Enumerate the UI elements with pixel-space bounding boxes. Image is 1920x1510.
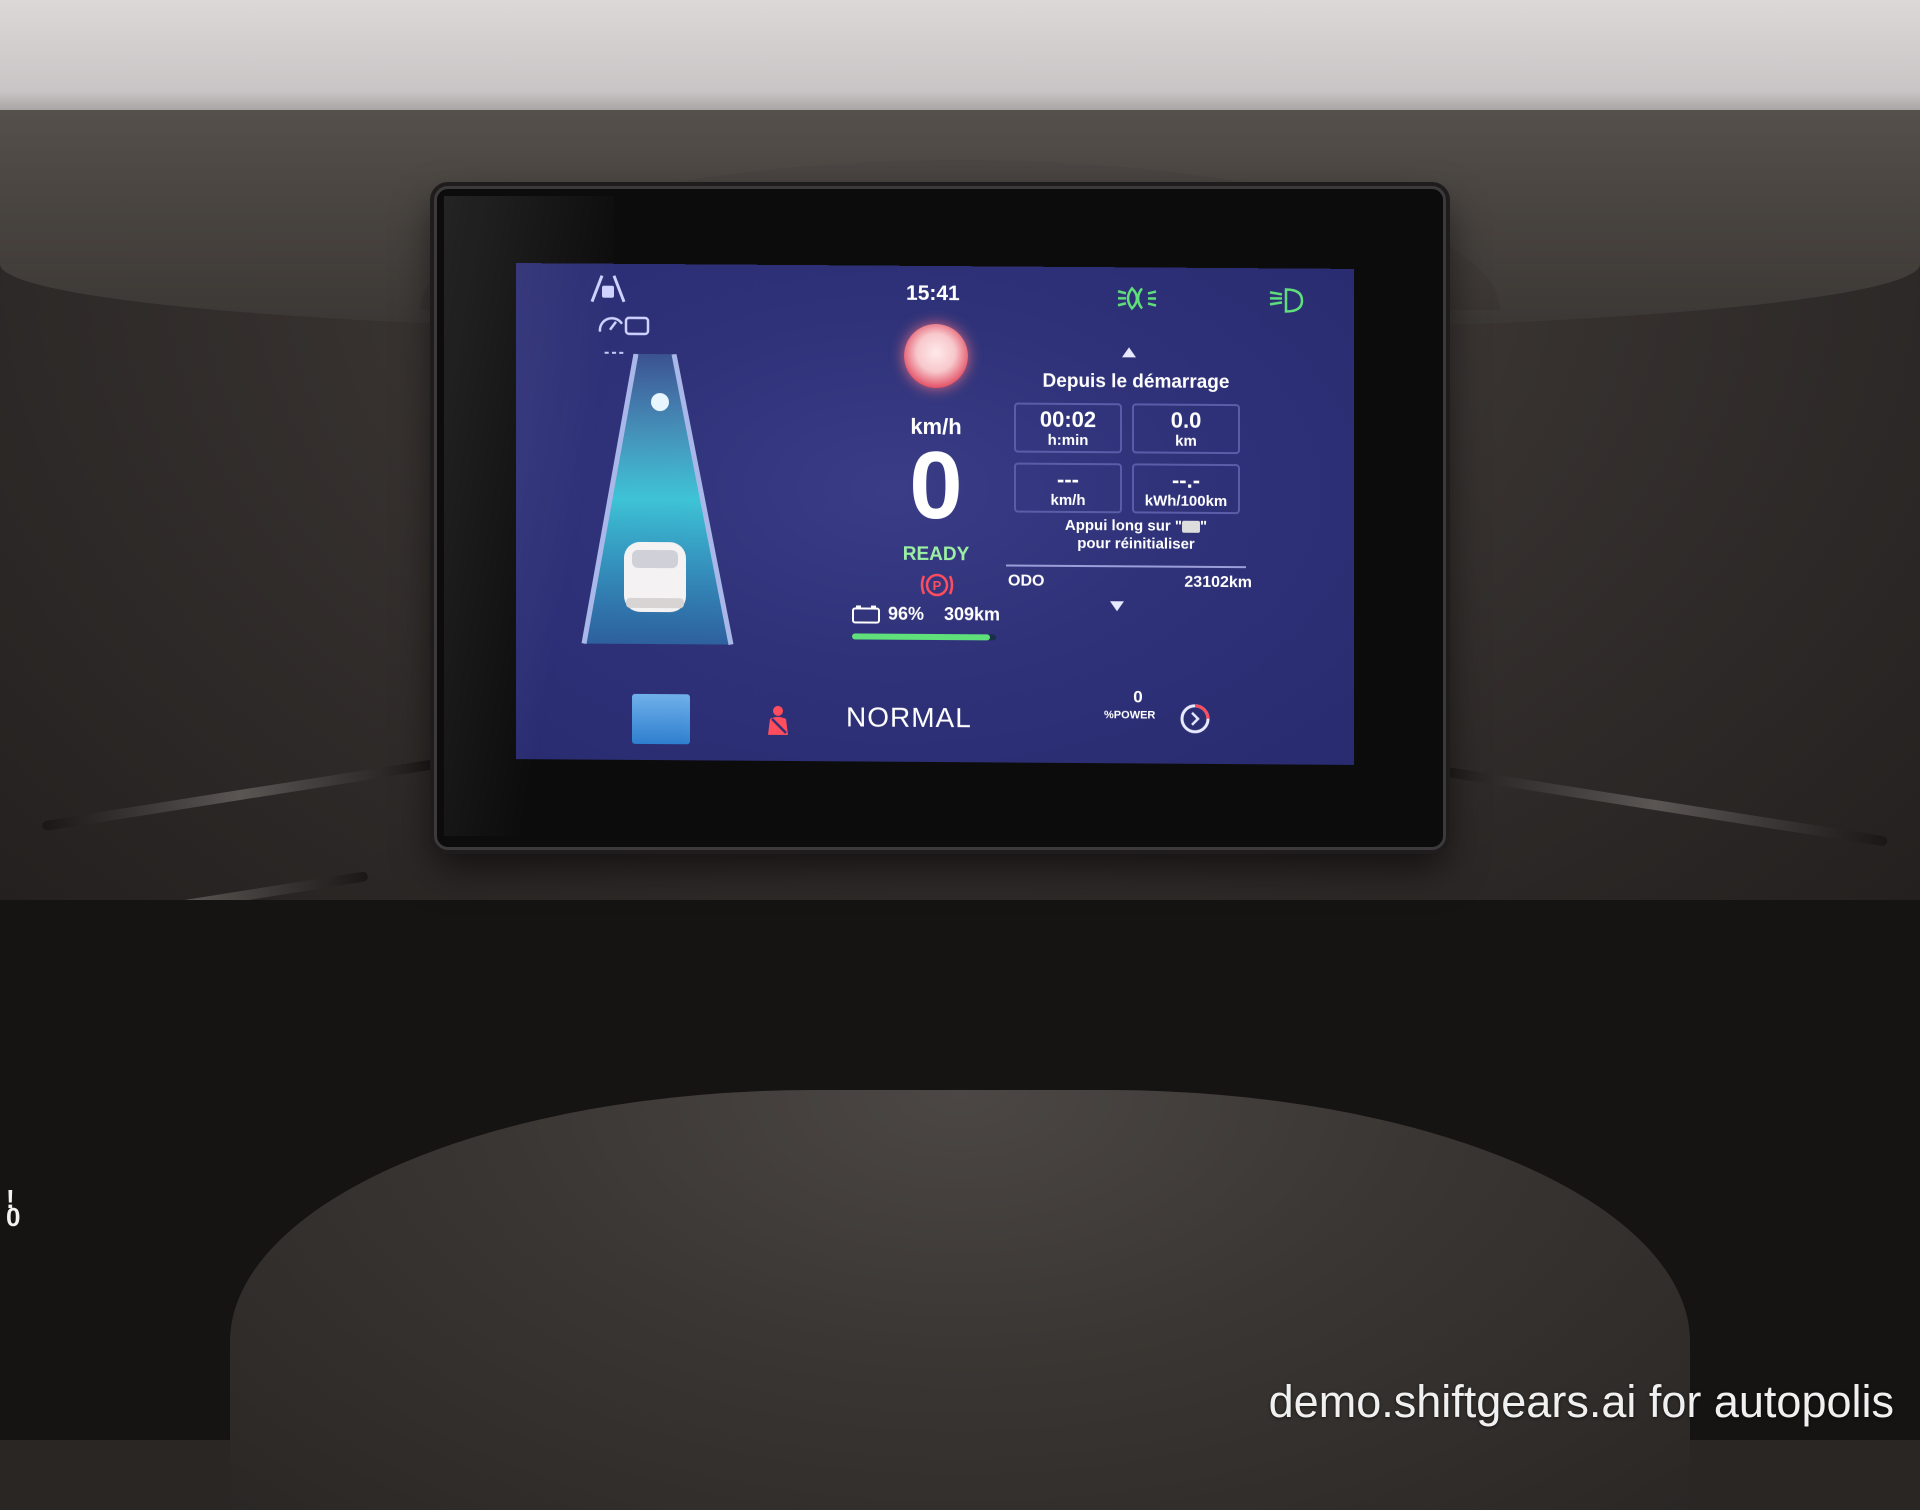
trip-duration-unit: h:min <box>1047 431 1089 450</box>
power-label: %POWER <box>1104 709 1156 722</box>
odometer-value: 23102km <box>1184 573 1252 592</box>
trip-consumption-value: --.- <box>1171 467 1201 493</box>
power-value: 0 <box>1133 687 1143 707</box>
adaptive-cruise-icon <box>598 316 650 336</box>
low-beam-icon <box>1117 286 1157 311</box>
power-gauge-icon <box>1180 704 1210 734</box>
scroll-down-icon <box>1110 601 1124 612</box>
trip-title: Depuis le démarrage <box>1042 370 1230 394</box>
trip-consumption-cell: --.- kWh/100km <box>1132 463 1240 515</box>
reset-hint-after: " <box>1199 517 1208 535</box>
svg-text:P: P <box>933 578 942 593</box>
clock: 15:41 <box>906 281 960 306</box>
reset-hint: Appui long sur " " pour réinitialiser <box>1006 516 1266 554</box>
driver-assist-tile <box>632 693 690 745</box>
scroll-up-icon <box>1122 347 1136 358</box>
trip-divider <box>1006 564 1246 569</box>
drive-mode: NORMAL <box>846 701 972 734</box>
trip-consumption-unit: kWh/100km <box>1144 492 1228 511</box>
watermark: demo.shiftgears.ai for autopolis <box>1268 1376 1894 1427</box>
range-remaining: 309km <box>944 604 1001 625</box>
trip-duration-value: 00:02 <box>1039 406 1097 433</box>
side-indicator: ! 0 <box>6 1186 21 1232</box>
ok-button-icon <box>1181 520 1200 533</box>
battery-level-fill <box>852 633 991 641</box>
ready-status: READY <box>902 543 970 566</box>
side-indicator-bottom: 0 <box>6 1202 21 1232</box>
battery-level-bar <box>852 633 996 641</box>
battery-percent: 96% <box>888 603 925 624</box>
lane-view-graphic <box>581 353 734 646</box>
steering-wheel <box>230 1090 1690 1510</box>
instrument-cluster-screen: --- 15:41 km/h 0 READY P 96% 309km Depui… <box>516 263 1354 765</box>
lane-assist-icon <box>590 275 626 303</box>
reset-hint-before: Appui long sur " <box>1064 516 1182 535</box>
speed-limit-sign <box>904 323 968 389</box>
reset-hint-line2: pour réinitialiser <box>1077 534 1195 553</box>
battery-row: 96% 309km <box>852 603 1022 626</box>
headlight-icon <box>1269 288 1304 313</box>
battery-icon <box>852 605 880 624</box>
speed-value: 0 <box>909 431 963 540</box>
trip-avg-speed-unit: km/h <box>1050 491 1086 510</box>
trip-avg-speed-cell: --- km/h <box>1014 462 1122 514</box>
trip-computer: Depuis le démarrage 00:02 h:min 0.0 km -… <box>1006 346 1266 648</box>
trip-distance-cell: 0.0 km <box>1132 403 1240 455</box>
trip-distance-unit: km <box>1175 432 1197 450</box>
odometer-label: ODO <box>1008 572 1045 590</box>
trip-distance-value: 0.0 <box>1170 407 1202 433</box>
seatbelt-warning-icon <box>768 705 788 735</box>
trip-duration-cell: 00:02 h:min <box>1014 402 1122 454</box>
trip-avg-speed-value: --- <box>1057 466 1079 493</box>
parking-brake-icon: P <box>920 573 954 597</box>
